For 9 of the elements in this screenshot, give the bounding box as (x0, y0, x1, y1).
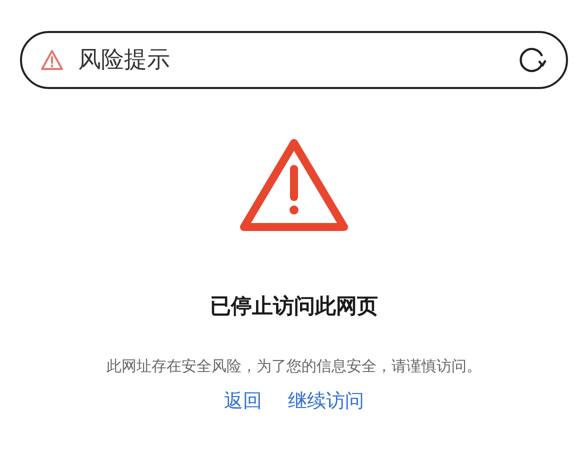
back-link[interactable]: 返回 (224, 387, 262, 416)
page-title: 风险提示 (78, 46, 170, 75)
continue-link[interactable]: 继续访问 (288, 387, 364, 416)
warning-message: 此网址存在安全风险，为了您的信息安全，请谨慎访问。 (106, 356, 482, 376)
warning-heading: 已停止访问此网页 (210, 293, 378, 320)
warning-icon (238, 137, 350, 233)
reload-icon[interactable] (518, 45, 548, 75)
warning-icon (40, 49, 64, 71)
address-bar[interactable]: 风险提示 (20, 31, 568, 89)
